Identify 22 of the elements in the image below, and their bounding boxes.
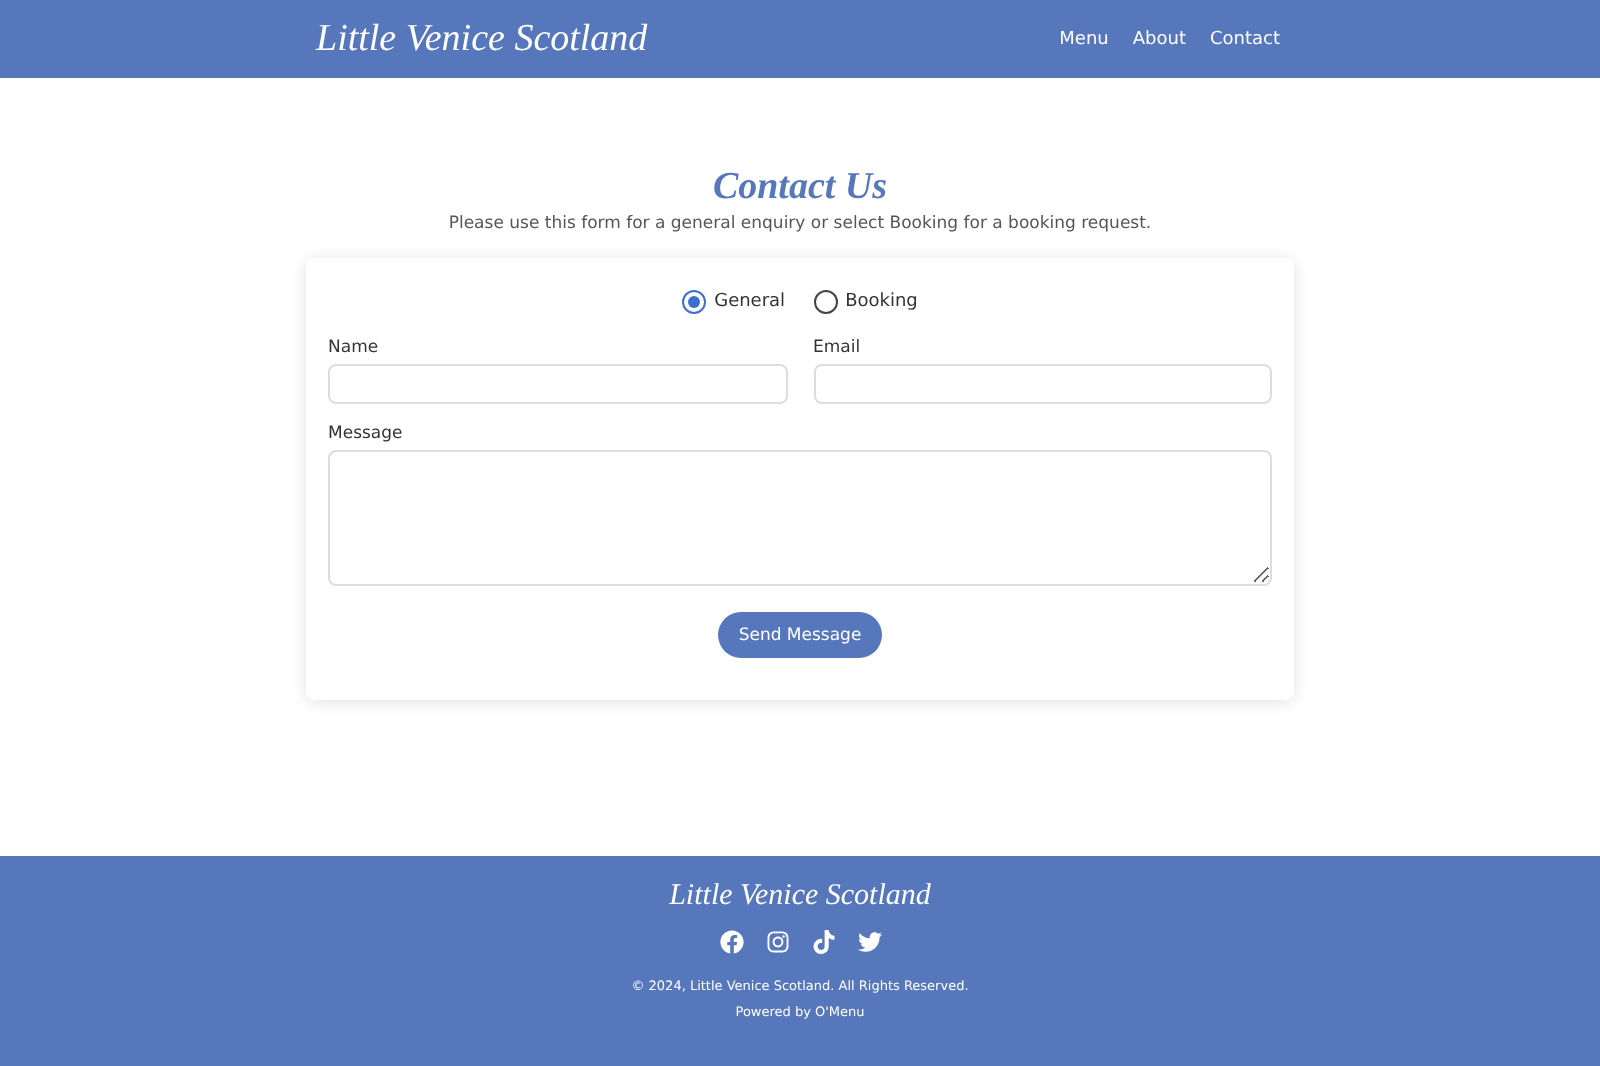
bird-icon[interactable]: [857, 930, 881, 954]
page-title: Contact Us: [712, 166, 888, 210]
radio-label: Booking: [845, 292, 918, 312]
footer-logo: Little Venice Scotland: [669, 880, 931, 914]
facebook-icon[interactable]: [719, 930, 743, 954]
nav-link[interactable]: About: [1132, 29, 1186, 49]
message-field[interactable]: [328, 450, 1272, 586]
input-field[interactable]: [813, 364, 1272, 404]
field-label: Name: [328, 338, 381, 358]
radio-button[interactable]: [813, 290, 838, 314]
nav-link[interactable]: Contact: [1209, 29, 1280, 49]
tiktok-icon[interactable]: [811, 930, 835, 954]
field-label: Message: [328, 424, 405, 444]
nav-link[interactable]: Menu: [1059, 29, 1109, 49]
field-label: Email: [813, 338, 863, 358]
radio-button[interactable]: [682, 290, 707, 314]
radio-label: General: [714, 292, 786, 312]
input-field[interactable]: [328, 364, 787, 404]
intro-text: Please use this form for a general enquiry or select Booking for a booking request.: [448, 214, 1152, 234]
instagram-icon[interactable]: [765, 930, 789, 954]
send-button[interactable]: Send Message: [718, 612, 882, 658]
site-logo[interactable]: Little Venice Scotland: [316, 17, 648, 61]
